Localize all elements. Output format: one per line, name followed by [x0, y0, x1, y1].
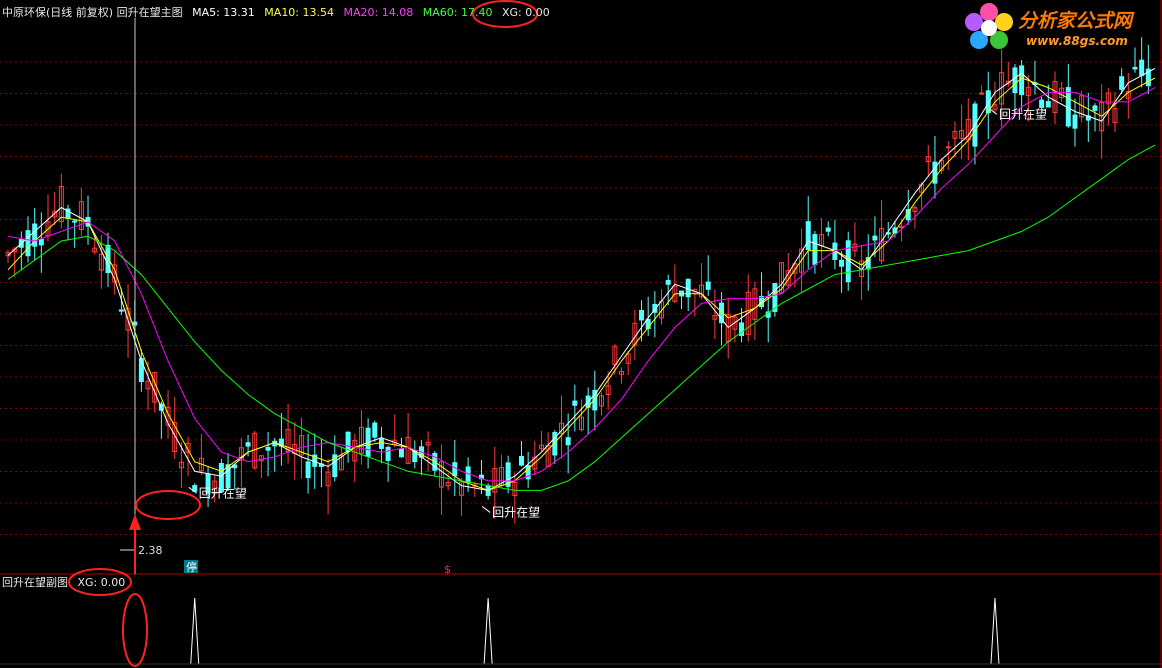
flower-logo-icon — [965, 3, 1013, 49]
candle-body — [385, 446, 391, 461]
candle-body — [1119, 76, 1125, 90]
candle-body — [245, 442, 251, 447]
candle-body — [72, 220, 78, 223]
sub-header: 回升在望副图 XG: 0.00 — [2, 576, 125, 590]
xg-readout-sub: XG: 0.00 — [77, 576, 126, 589]
s-marker: $ — [444, 563, 451, 576]
candle-body — [372, 422, 378, 438]
main-header: 中原环保(日线 前复权) 回升在望主图 MA5: 13.31 MA10: 13.… — [2, 6, 550, 20]
ma60-readout: MA60: 17.40 — [422, 6, 493, 19]
ting-badge: 停 — [184, 560, 198, 574]
candle-body — [1092, 105, 1098, 111]
candle-body — [705, 281, 711, 290]
candle-body — [38, 238, 44, 246]
candle-body — [118, 309, 124, 312]
candle-body — [872, 235, 878, 241]
ma10-readout: MA10: 13.54 — [264, 6, 335, 19]
chart-canvas[interactable]: 回升在望回升在望回升在望 2.38 停 $ — [0, 0, 1162, 668]
candle-body — [839, 259, 845, 267]
signal-label: 回升在望 — [492, 505, 540, 519]
low-price-label: 2.38 — [138, 544, 163, 557]
candle-body — [378, 437, 384, 449]
candle-body — [1139, 59, 1145, 76]
ma20-readout: MA20: 14.08 — [343, 6, 414, 19]
logo-url: www.88gs.com — [1026, 34, 1128, 48]
sub-chart-title: 回升在望副图 — [2, 576, 68, 589]
candle-body — [398, 448, 404, 458]
candle-body — [25, 230, 31, 257]
candle-body — [665, 280, 671, 285]
logo-text: 分析家公式网 — [1018, 10, 1133, 32]
candle-body — [518, 455, 524, 466]
candle-body — [1012, 67, 1018, 94]
candle-body — [572, 400, 578, 406]
main-chart-title: 中原环保(日线 前复权) 回升在望主图 — [2, 6, 183, 19]
candle-body — [565, 437, 571, 446]
candle-body — [1072, 114, 1078, 129]
candle-body — [305, 461, 311, 479]
candle-body — [1132, 66, 1138, 70]
signal-label: 回升在望 — [999, 107, 1047, 121]
candle-body — [1045, 101, 1051, 108]
candle-body — [825, 227, 831, 232]
candle-body — [265, 446, 271, 451]
signal-label: 回升在望 — [199, 486, 247, 500]
candle-body — [345, 431, 351, 452]
candle-body — [1019, 65, 1025, 96]
candle-body — [639, 310, 645, 321]
site-logo[interactable]: 分析家公式网 www.88gs.com — [962, 2, 1160, 52]
candle-body — [812, 234, 818, 265]
candle-body — [805, 221, 811, 251]
xg-readout-main: XG: 0.00 — [501, 6, 550, 19]
ma5-readout: MA5: 13.31 — [192, 6, 255, 19]
candle-body — [945, 146, 951, 149]
candle-body — [1039, 99, 1045, 108]
candle-body — [452, 462, 458, 477]
ting-badge-label: 停 — [186, 560, 197, 574]
candle-body — [979, 92, 985, 95]
